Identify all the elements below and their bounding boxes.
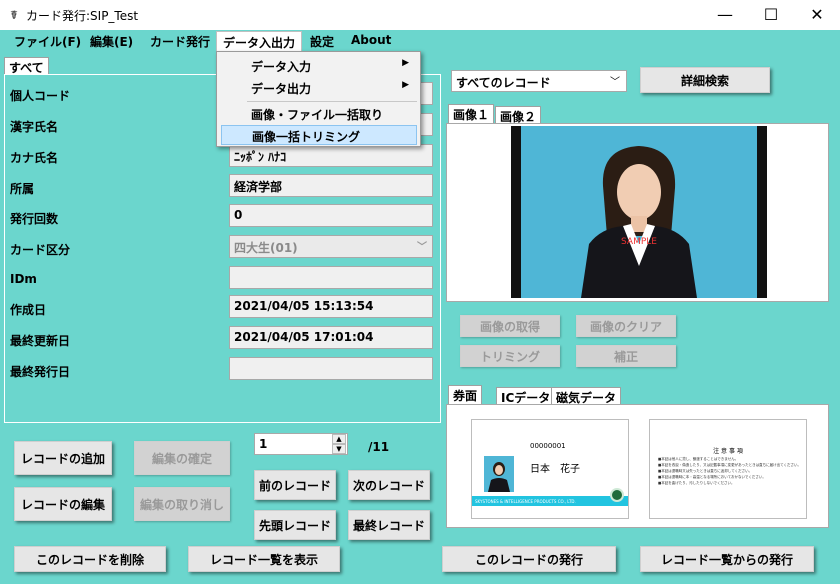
minimize-icon[interactable]: —: [702, 0, 748, 30]
close-icon[interactable]: ✕: [794, 0, 840, 30]
chevron-down-icon: ﹀: [610, 77, 620, 88]
menu-item-bulk-trimming[interactable]: 画像一括トリミング: [221, 125, 417, 145]
label-created-date: 作成日: [10, 303, 47, 317]
correction-button[interactable]: 補正: [576, 345, 676, 367]
card-preview-panel: 00000001 日本 花子 SKYSTONES & INTELLIGENCE …: [446, 404, 829, 528]
idm-field[interactable]: [229, 266, 433, 289]
label-kanji-name: 漢字氏名: [10, 120, 59, 134]
show-record-list-button[interactable]: レコード一覧を表示: [188, 546, 340, 572]
submenu-arrow-icon: ▶: [402, 58, 409, 68]
record-number-value: 1: [259, 437, 268, 451]
last-issue-date-field[interactable]: [229, 357, 433, 380]
label-card-type: カード区分: [10, 243, 71, 257]
card-back-title: 注 意 事 項: [713, 448, 743, 455]
menu-separator: [247, 101, 417, 102]
last-record-button[interactable]: 最終レコード: [348, 510, 430, 540]
label-last-issue-date: 最終発行日: [10, 365, 71, 379]
department-field[interactable]: 経済学部: [229, 174, 433, 197]
menu-settings[interactable]: 設定: [310, 33, 334, 50]
card-company-stripe: SKYSTONES & INTELLIGENCE PRODUCTS CO., L…: [472, 496, 628, 506]
stepper-up-icon[interactable]: ▲: [332, 434, 346, 444]
window-title: カード発行:SIP_Test: [26, 9, 139, 23]
data-io-dropdown-menu: データ入力 ▶ データ出力 ▶ 画像・ファイル一括取り込み 画像一括トリミング: [216, 51, 421, 147]
title-bar: ☤ カード発行:SIP_Test — ☐ ✕: [0, 0, 840, 30]
issue-record-button[interactable]: このレコードの発行: [442, 546, 616, 572]
menu-item-label: データ出力: [251, 82, 312, 96]
card-app-icon[interactable]: ☤: [6, 7, 22, 23]
updated-date-field[interactable]: 2021/04/05 17:01:04: [229, 326, 433, 349]
menu-bar: ファイル(F) 編集(E) カード発行 データ入出力 設定 About: [0, 30, 840, 54]
menu-item-data-input[interactable]: データ入力 ▶: [221, 56, 417, 76]
menu-item-bulk-import[interactable]: 画像・ファイル一括取り込み: [221, 104, 417, 139]
seal-icon: [610, 488, 624, 502]
menu-about[interactable]: About: [351, 33, 391, 47]
record-filter-value: すべてのレコード: [456, 76, 551, 90]
card-back-note: ■本証を曲げたり、汚したりしないでください。: [658, 481, 735, 485]
id-photo: SAMPLE: [511, 126, 767, 298]
submenu-arrow-icon: ▶: [402, 80, 409, 90]
delete-record-button[interactable]: このレコードを削除: [14, 546, 166, 572]
label-issue-count: 発行回数: [10, 212, 59, 226]
card-portrait-image: [484, 456, 514, 492]
get-image-button[interactable]: 画像の取得: [460, 315, 560, 337]
portrait-image: SAMPLE: [511, 126, 767, 298]
menu-card-issue[interactable]: カード発行: [150, 33, 210, 50]
stepper-down-icon[interactable]: ▼: [332, 444, 346, 454]
menu-file[interactable]: ファイル(F): [14, 33, 81, 50]
label-idm: IDm: [10, 272, 37, 286]
card-front: 00000001 日本 花子 SKYSTONES & INTELLIGENCE …: [471, 419, 629, 519]
record-total: /11: [368, 440, 390, 454]
tab-card-face[interactable]: 券面: [448, 385, 483, 405]
tab-image-1[interactable]: 画像１: [448, 104, 495, 124]
cancel-edit-button[interactable]: 編集の取り消し: [134, 487, 230, 521]
trimming-button[interactable]: トリミング: [460, 345, 560, 367]
issue-count-field[interactable]: 0: [229, 204, 433, 227]
maximize-icon[interactable]: ☐: [748, 0, 794, 30]
card-number: 00000001: [530, 442, 566, 450]
detail-search-button[interactable]: 詳細検索: [640, 67, 770, 93]
label-updated-date: 最終更新日: [10, 334, 71, 348]
card-type-select[interactable]: 四大生(01) ﹀: [229, 235, 433, 258]
image-preview-panel: SAMPLE: [446, 123, 829, 302]
chevron-down-icon: ﹀: [417, 242, 427, 253]
issue-from-list-button[interactable]: レコード一覧からの発行: [640, 546, 814, 572]
card-type-value: 四大生(01): [234, 241, 298, 255]
first-record-button[interactable]: 先頭レコード: [254, 510, 336, 540]
menu-item-label: データ入力: [251, 60, 312, 74]
confirm-edit-button[interactable]: 編集の確定: [134, 441, 230, 475]
card-back-notes: ■本証は他人に貸し、譲渡することはできません。 ■本証を改竄・偽造したり、又は記…: [658, 456, 802, 486]
card-photo: [484, 456, 514, 492]
clear-image-button[interactable]: 画像のクリア: [576, 315, 676, 337]
edit-record-button[interactable]: レコードの編集: [14, 487, 112, 521]
label-kana-name: カナ氏名: [10, 151, 59, 165]
created-date-field[interactable]: 2021/04/05 15:13:54: [229, 295, 433, 318]
sample-watermark: SAMPLE: [621, 237, 657, 247]
record-filter-select[interactable]: すべてのレコード ﹀: [451, 70, 627, 92]
kana-name-field[interactable]: ﾆｯﾎﾟﾝ ﾊﾅｺ: [229, 144, 433, 167]
menu-edit[interactable]: 編集(E): [90, 33, 133, 50]
record-number-stepper[interactable]: 1 ▲ ▼: [254, 433, 348, 455]
add-record-button[interactable]: レコードの追加: [14, 441, 112, 475]
next-record-button[interactable]: 次のレコード: [348, 470, 430, 500]
card-back: 注 意 事 項 ■本証は他人に貸し、譲渡することはできません。 ■本証を改竄・偽…: [649, 419, 807, 519]
prev-record-button[interactable]: 前のレコード: [254, 470, 336, 500]
menu-item-data-output[interactable]: データ出力 ▶: [221, 78, 417, 98]
label-department: 所属: [10, 182, 35, 196]
label-personal-code: 個人コード: [10, 89, 71, 103]
card-holder-name: 日本 花子: [530, 464, 580, 475]
